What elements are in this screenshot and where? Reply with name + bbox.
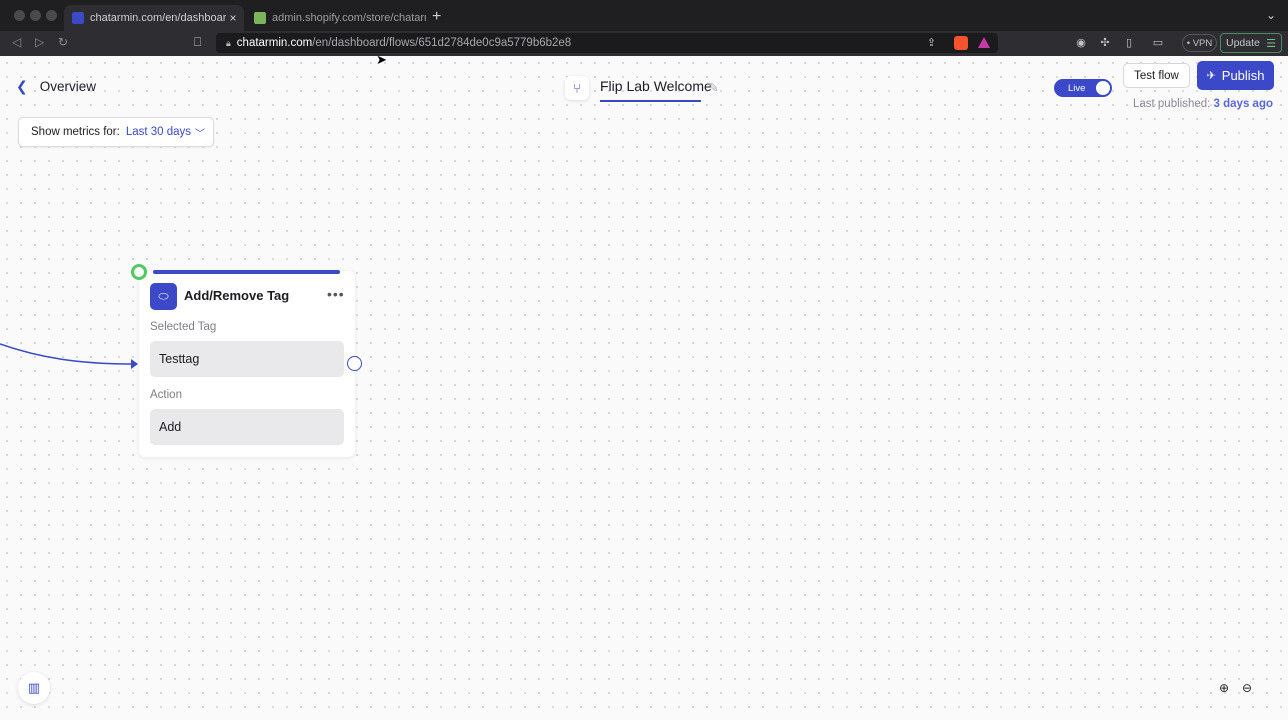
node-top-bar <box>153 270 340 274</box>
forward-arrow-icon[interactable]: ▷ <box>35 35 44 49</box>
metrics-label: Show metrics for: <box>31 126 120 138</box>
publish-label: Publish <box>1221 68 1265 83</box>
last-published-label: Last published: <box>1132 98 1211 110</box>
flow-title[interactable]: Flip Lab Welcome <box>600 78 712 94</box>
chevron-down-icon: ﹀ <box>195 128 206 140</box>
flow-title-underline <box>600 100 701 102</box>
flow-branch-icon: ⑂ <box>565 76 589 100</box>
edit-pencil-icon[interactable]: ✎ <box>708 80 719 96</box>
extensions-puzzle-icon[interactable]: ✣ <box>1098 36 1112 50</box>
brave-rewards-icon[interactable] <box>978 37 990 48</box>
shopify-favicon-icon <box>254 12 266 24</box>
update-label: Update <box>1226 37 1260 49</box>
selected-tag-label: Selected Tag <box>150 321 217 333</box>
toggle-knob <box>1096 81 1110 95</box>
bookmark-icon[interactable]: ⎕ <box>194 35 201 50</box>
vpn-button[interactable]: • VPN <box>1182 34 1217 52</box>
sidebar-icon[interactable]: ▯ <box>1122 36 1136 50</box>
node-output-handle[interactable] <box>347 356 362 371</box>
browser-toolbar: ◁ ▷ ↻ ⎕ 🔒︎ chatarmin.com/en/dashboard/fl… <box>0 31 1288 56</box>
tag-icon: ⬭ <box>150 283 177 310</box>
password-manager-icon[interactable]: ◉ <box>1074 36 1088 50</box>
publish-button[interactable]: ✈ Publish <box>1197 61 1274 90</box>
tab-title: admin.shopify.com/store/chatarmin <box>272 12 426 24</box>
start-node-indicator <box>131 264 147 280</box>
wallet-icon[interactable]: ▭ <box>1151 36 1165 50</box>
back-to-overview-link[interactable]: ❮ Overview <box>16 78 96 95</box>
back-label: Overview <box>39 79 96 94</box>
update-button[interactable]: Update ☰ <box>1220 33 1282 53</box>
mouse-cursor-icon: ➤ <box>376 52 387 67</box>
tab-close-icon[interactable]: × <box>226 11 240 25</box>
tab-list-chevron-icon[interactable]: ⌄ <box>1266 8 1276 22</box>
last-published: Last published: 3 days ago <box>1133 98 1273 110</box>
zoom-in-icon[interactable]: ⊕ <box>1216 681 1232 697</box>
window-close-button[interactable] <box>14 10 25 21</box>
test-flow-button[interactable]: Test flow <box>1123 63 1190 88</box>
more-options-icon[interactable]: ••• <box>327 286 345 302</box>
reload-icon[interactable]: ↻ <box>58 35 68 49</box>
menu-icon: ☰ <box>1266 37 1276 50</box>
zoom-out-icon[interactable]: ⊖ <box>1239 681 1255 697</box>
chatarmin-favicon-icon <box>72 12 84 24</box>
metrics-selected-period: Last 30 days <box>125 126 192 138</box>
tab-shopify[interactable]: admin.shopify.com/store/chatarmin <box>246 5 426 31</box>
back-arrow-icon[interactable]: ◁ <box>12 35 21 49</box>
edge-line <box>0 343 133 365</box>
action-field[interactable]: Add <box>150 409 344 445</box>
brave-shields-icon[interactable] <box>954 36 968 50</box>
live-label: Live <box>1068 82 1086 94</box>
edge-arrowhead-icon <box>131 359 138 369</box>
tab-chatarmin[interactable]: chatarmin.com/en/dashboard/fl × <box>64 5 244 31</box>
rocket-icon: ✈ <box>1206 70 1216 82</box>
url-host: chatarmin.com <box>236 37 313 49</box>
metrics-period-selector[interactable]: Show metrics for: Last 30 days ﹀ <box>18 117 214 147</box>
lock-icon: 🔒︎ <box>226 37 231 48</box>
share-icon[interactable]: ⇪ <box>927 36 936 49</box>
last-published-value: 3 days ago <box>1213 98 1273 110</box>
window-minimize-button[interactable] <box>30 10 41 21</box>
tab-title: chatarmin.com/en/dashboard/fl <box>90 12 226 24</box>
url-path: /en/dashboard/flows/651d2784de0c9a5779b6… <box>312 37 572 49</box>
incoming-edge <box>0 343 138 369</box>
live-toggle[interactable]: Live <box>1054 79 1112 97</box>
address-bar[interactable]: 🔒︎ chatarmin.com/en/dashboard/flows/651d… <box>216 33 998 53</box>
selected-tag-field[interactable]: Testtag <box>150 341 344 377</box>
browser-tab-bar: chatarmin.com/en/dashboard/fl × admin.sh… <box>0 0 1288 31</box>
action-label: Action <box>150 389 182 401</box>
analytics-chart-icon[interactable]: ▥ <box>18 672 50 704</box>
window-zoom-button[interactable] <box>46 10 57 21</box>
chevron-left-icon: ❮ <box>16 78 28 94</box>
new-tab-button[interactable]: + <box>432 8 441 26</box>
node-title: Add/Remove Tag <box>184 288 290 303</box>
